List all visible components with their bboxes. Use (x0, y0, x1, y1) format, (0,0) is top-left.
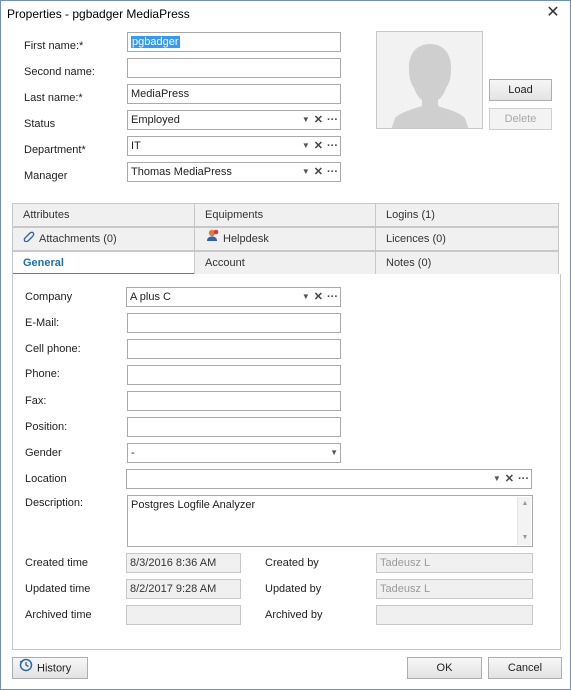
updated-by-label: Updated by (265, 583, 322, 595)
tab-account[interactable]: Account (194, 251, 376, 275)
status-value: Employed (131, 114, 180, 126)
archived-time-field (126, 605, 241, 625)
created-time-field: 8/3/2016 8:36 AM (126, 553, 241, 573)
position-field[interactable] (127, 417, 341, 437)
second-name-label: Second name: (24, 66, 95, 78)
email-field[interactable] (127, 313, 341, 333)
delete-photo-button[interactable]: Delete (489, 108, 552, 130)
description-label: Description: (25, 497, 84, 509)
tab-attachments[interactable]: Attachments (0) (12, 227, 195, 251)
first-name-field[interactable]: pgbadger (127, 32, 341, 52)
company-value: A plus C (130, 291, 171, 303)
tab-attributes[interactable]: Attributes (12, 203, 195, 227)
created-by-label: Created by (265, 557, 319, 569)
created-by-field: Tadeusz L (376, 553, 533, 573)
more-icon[interactable]: ··· (327, 165, 338, 179)
ok-button[interactable]: OK (407, 657, 482, 679)
chevron-down-icon[interactable]: ▼ (302, 139, 310, 153)
tab-equipments[interactable]: Equipments (194, 203, 376, 227)
archived-by-field (376, 605, 533, 625)
last-name-field[interactable]: MediaPress (127, 84, 341, 104)
scrollbar[interactable]: ▲ ▼ (517, 497, 531, 545)
last-name-label: Last name:* (24, 92, 83, 104)
status-combo[interactable]: Employed ▼ ✕ ··· (127, 110, 341, 130)
cell-phone-field[interactable] (127, 339, 341, 359)
paperclip-icon (23, 228, 35, 250)
phone-field[interactable] (127, 365, 341, 385)
history-button[interactable]: History (12, 657, 88, 679)
cell-phone-label: Cell phone: (25, 343, 81, 355)
cancel-button[interactable]: Cancel (488, 657, 562, 679)
more-icon[interactable]: ··· (327, 290, 338, 304)
description-value: Postgres Logfile Analyzer (131, 499, 256, 511)
phone-label: Phone: (25, 368, 60, 380)
location-label: Location (25, 473, 67, 485)
more-icon[interactable]: ··· (327, 139, 338, 153)
helpdesk-icon (205, 228, 219, 250)
manager-combo[interactable]: Thomas MediaPress ▼ ✕ ··· (127, 162, 341, 182)
close-icon[interactable]: ✕ (544, 4, 562, 22)
scroll-down-icon[interactable]: ▼ (518, 532, 532, 544)
more-icon[interactable]: ··· (518, 472, 529, 486)
archived-time-label: Archived time (25, 609, 92, 621)
window-title: Properties - pgbadger MediaPress (7, 7, 190, 21)
archived-by-label: Archived by (265, 609, 323, 621)
position-label: Position: (25, 421, 68, 433)
company-label: Company (25, 291, 73, 303)
tab-helpdesk-label: Helpdesk (223, 233, 269, 245)
tab-attachments-label: Attachments (0) (39, 233, 117, 245)
person-silhouette-icon (377, 32, 482, 128)
company-combo[interactable]: A plus C ▼ ✕ ··· (126, 287, 341, 307)
tab-general[interactable]: General (12, 251, 195, 275)
clear-icon[interactable]: ✕ (314, 139, 323, 153)
chevron-down-icon[interactable]: ▼ (330, 446, 338, 460)
gender-label: Gender (25, 447, 62, 459)
chevron-down-icon[interactable]: ▼ (302, 165, 310, 179)
title-bar: Properties - pgbadger MediaPress ✕ (1, 1, 570, 27)
person-photo (376, 31, 483, 129)
history-icon (19, 658, 33, 679)
properties-window: Properties - pgbadger MediaPress ✕ First… (0, 0, 571, 690)
history-label: History (37, 662, 72, 675)
department-label: Department* (24, 144, 86, 156)
status-label: Status (24, 118, 56, 130)
tab-licences[interactable]: Licences (0) (375, 227, 559, 251)
gender-value: - (131, 447, 135, 459)
clear-icon[interactable]: ✕ (505, 472, 514, 486)
tab-helpdesk[interactable]: Helpdesk (194, 227, 376, 251)
created-time-label: Created time (25, 557, 88, 569)
clear-icon[interactable]: ✕ (314, 165, 323, 179)
updated-time-label: Updated time (25, 583, 91, 595)
updated-by-field: Tadeusz L (376, 579, 533, 599)
department-combo[interactable]: IT ▼ ✕ ··· (127, 136, 341, 156)
clear-icon[interactable]: ✕ (314, 290, 323, 304)
tab-notes[interactable]: Notes (0) (375, 251, 559, 275)
chevron-down-icon[interactable]: ▼ (493, 472, 501, 486)
description-textarea[interactable]: Postgres Logfile Analyzer ▲ ▼ (127, 495, 533, 547)
fax-label: Fax: (25, 395, 47, 407)
updated-time-field: 8/2/2017 9:28 AM (126, 579, 241, 599)
gender-select[interactable]: - ▼ (127, 443, 341, 463)
first-name-value: pgbadger (131, 36, 180, 48)
email-label: E-Mail: (25, 317, 60, 329)
load-photo-button[interactable]: Load (489, 79, 552, 101)
chevron-down-icon[interactable]: ▼ (302, 290, 310, 304)
fax-field[interactable] (127, 391, 341, 411)
tab-logins[interactable]: Logins (1) (375, 203, 559, 227)
department-value: IT (131, 140, 141, 152)
location-combo[interactable]: ▼ ✕ ··· (126, 469, 532, 489)
second-name-field[interactable] (127, 58, 341, 78)
chevron-down-icon[interactable]: ▼ (302, 113, 310, 127)
manager-value: Thomas MediaPress (131, 166, 232, 178)
clear-icon[interactable]: ✕ (314, 113, 323, 127)
scroll-up-icon[interactable]: ▲ (518, 498, 532, 510)
first-name-label: First name:* (24, 40, 84, 52)
more-icon[interactable]: ··· (327, 113, 338, 127)
manager-label: Manager (24, 170, 68, 182)
